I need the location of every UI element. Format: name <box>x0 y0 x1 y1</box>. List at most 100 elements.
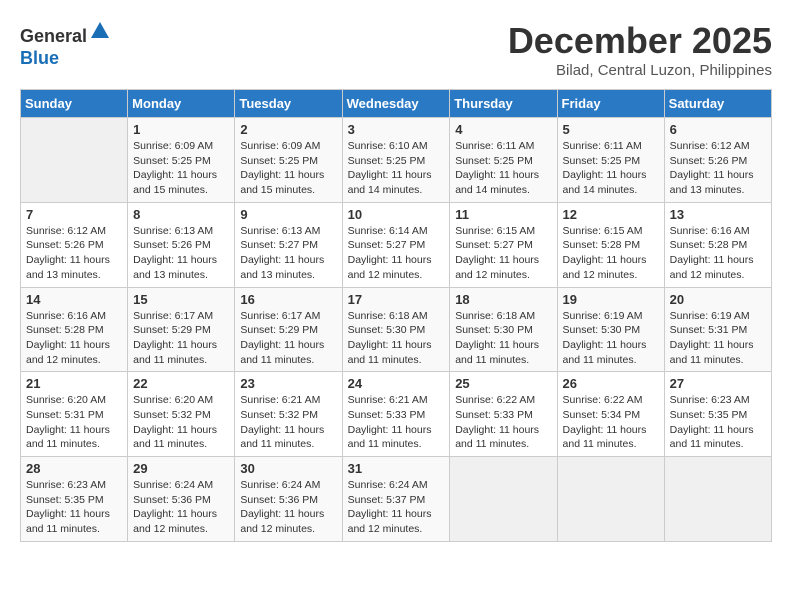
day-number: 31 <box>348 461 445 476</box>
calendar-cell: 27 Sunrise: 6:23 AM Sunset: 5:35 PM Dayli… <box>664 372 771 457</box>
calendar-cell: 12Sunrise: 6:15 AM Sunset: 5:28 PM Dayli… <box>557 202 664 287</box>
cell-info: Sunrise: 6:21 AM Sunset: 5:33 PM Dayligh… <box>348 393 445 452</box>
calendar-cell: 30 Sunrise: 6:24 AM Sunset: 5:36 PM Dayli… <box>235 457 342 542</box>
calendar-cell: 6 Sunrise: 6:12 AM Sunset: 5:26 PM Daylig… <box>664 118 771 203</box>
title-block: December 2025 Bilad, Central Luzon, Phil… <box>508 20 772 79</box>
calendar-cell: 3 Sunrise: 6:10 AM Sunset: 5:25 PM Daylig… <box>342 118 450 203</box>
cell-info: Sunrise: 6:24 AM Sunset: 5:36 PM Dayligh… <box>240 478 336 537</box>
calendar-cell: 13 Sunrise: 6:16 AM Sunset: 5:28 PM Dayli… <box>664 202 771 287</box>
logo-blue: Blue <box>20 48 59 68</box>
cell-info: Sunrise: 6:22 AM Sunset: 5:33 PM Dayligh… <box>455 393 551 452</box>
cell-info: Sunrise: 6:11 AM Sunset: 5:25 PM Dayligh… <box>563 139 659 198</box>
cell-info: Sunrise: 6:21 AM Sunset: 5:32 PM Dayligh… <box>240 393 336 452</box>
calendar-cell: 5 Sunrise: 6:11 AM Sunset: 5:25 PM Daylig… <box>557 118 664 203</box>
calendar-cell: 8 Sunrise: 6:13 AM Sunset: 5:26 PM Daylig… <box>128 202 235 287</box>
cell-info: Sunrise: 6:12 AM Sunset: 5:26 PM Dayligh… <box>26 224 122 283</box>
calendar-cell: 31 Sunrise: 6:24 AM Sunset: 5:37 PM Dayli… <box>342 457 450 542</box>
day-number: 7 <box>26 207 122 222</box>
calendar-cell <box>557 457 664 542</box>
weekday-header-wednesday: Wednesday <box>342 90 450 118</box>
day-number: 25 <box>455 376 551 391</box>
logo: General Blue <box>20 20 111 69</box>
cell-info: Sunrise: 6:09 AM Sunset: 5:25 PM Dayligh… <box>240 139 336 198</box>
calendar-cell: 14Sunrise: 6:16 AM Sunset: 5:28 PM Dayli… <box>21 287 128 372</box>
month-title: December 2025 <box>508 20 772 62</box>
day-number: 1 <box>133 122 229 137</box>
day-number: 9 <box>240 207 336 222</box>
day-number: 5 <box>563 122 659 137</box>
day-number: 23 <box>240 376 336 391</box>
cell-info: Sunrise: 6:14 AM Sunset: 5:27 PM Dayligh… <box>348 224 445 283</box>
cell-info: Sunrise: 6:18 AM Sunset: 5:30 PM Dayligh… <box>348 309 445 368</box>
calendar-cell: 10 Sunrise: 6:14 AM Sunset: 5:27 PM Dayli… <box>342 202 450 287</box>
cell-info: Sunrise: 6:13 AM Sunset: 5:27 PM Dayligh… <box>240 224 336 283</box>
cell-info: Sunrise: 6:22 AM Sunset: 5:34 PM Dayligh… <box>563 393 659 452</box>
weekday-header-saturday: Saturday <box>664 90 771 118</box>
cell-info: Sunrise: 6:13 AM Sunset: 5:26 PM Dayligh… <box>133 224 229 283</box>
calendar-cell <box>21 118 128 203</box>
calendar-cell: 22Sunrise: 6:20 AM Sunset: 5:32 PM Dayli… <box>128 372 235 457</box>
day-number: 29 <box>133 461 229 476</box>
logo-general: General <box>20 26 87 46</box>
calendar-cell: 16Sunrise: 6:17 AM Sunset: 5:29 PM Dayli… <box>235 287 342 372</box>
cell-info: Sunrise: 6:20 AM Sunset: 5:31 PM Dayligh… <box>26 393 122 452</box>
cell-info: Sunrise: 6:12 AM Sunset: 5:26 PM Dayligh… <box>670 139 766 198</box>
cell-info: Sunrise: 6:15 AM Sunset: 5:28 PM Dayligh… <box>563 224 659 283</box>
calendar-cell: 26 Sunrise: 6:22 AM Sunset: 5:34 PM Dayli… <box>557 372 664 457</box>
logo-icon <box>89 20 111 42</box>
calendar-cell: 23 Sunrise: 6:21 AM Sunset: 5:32 PM Dayli… <box>235 372 342 457</box>
day-number: 21 <box>26 376 122 391</box>
cell-info: Sunrise: 6:10 AM Sunset: 5:25 PM Dayligh… <box>348 139 445 198</box>
day-number: 10 <box>348 207 445 222</box>
cell-info: Sunrise: 6:16 AM Sunset: 5:28 PM Dayligh… <box>670 224 766 283</box>
weekday-header-thursday: Thursday <box>450 90 557 118</box>
cell-info: Sunrise: 6:19 AM Sunset: 5:31 PM Dayligh… <box>670 309 766 368</box>
day-number: 26 <box>563 376 659 391</box>
day-number: 14 <box>26 292 122 307</box>
calendar-cell: 24Sunrise: 6:21 AM Sunset: 5:33 PM Dayli… <box>342 372 450 457</box>
day-number: 4 <box>455 122 551 137</box>
weekday-header-tuesday: Tuesday <box>235 90 342 118</box>
cell-info: Sunrise: 6:15 AM Sunset: 5:27 PM Dayligh… <box>455 224 551 283</box>
page-header: General Blue December 2025 Bilad, Centra… <box>20 20 772 79</box>
day-number: 27 <box>670 376 766 391</box>
cell-info: Sunrise: 6:23 AM Sunset: 5:35 PM Dayligh… <box>26 478 122 537</box>
calendar-cell: 18Sunrise: 6:18 AM Sunset: 5:30 PM Dayli… <box>450 287 557 372</box>
calendar-cell: 20 Sunrise: 6:19 AM Sunset: 5:31 PM Dayli… <box>664 287 771 372</box>
calendar-cell: 28 Sunrise: 6:23 AM Sunset: 5:35 PM Dayli… <box>21 457 128 542</box>
day-number: 16 <box>240 292 336 307</box>
calendar-cell <box>664 457 771 542</box>
calendar-cell: 21 Sunrise: 6:20 AM Sunset: 5:31 PM Dayli… <box>21 372 128 457</box>
day-number: 18 <box>455 292 551 307</box>
day-number: 3 <box>348 122 445 137</box>
day-number: 17 <box>348 292 445 307</box>
weekday-header-friday: Friday <box>557 90 664 118</box>
calendar-cell: 25 Sunrise: 6:22 AM Sunset: 5:33 PM Dayli… <box>450 372 557 457</box>
day-number: 6 <box>670 122 766 137</box>
cell-info: Sunrise: 6:24 AM Sunset: 5:37 PM Dayligh… <box>348 478 445 537</box>
weekday-header-sunday: Sunday <box>21 90 128 118</box>
calendar-cell: 17 Sunrise: 6:18 AM Sunset: 5:30 PM Dayli… <box>342 287 450 372</box>
day-number: 28 <box>26 461 122 476</box>
calendar-cell: 11 Sunrise: 6:15 AM Sunset: 5:27 PM Dayli… <box>450 202 557 287</box>
day-number: 19 <box>563 292 659 307</box>
calendar-cell: 1Sunrise: 6:09 AM Sunset: 5:25 PM Daylig… <box>128 118 235 203</box>
day-number: 13 <box>670 207 766 222</box>
calendar-cell: 19 Sunrise: 6:19 AM Sunset: 5:30 PM Dayli… <box>557 287 664 372</box>
calendar-table: SundayMondayTuesdayWednesdayThursdayFrid… <box>20 89 772 542</box>
cell-info: Sunrise: 6:19 AM Sunset: 5:30 PM Dayligh… <box>563 309 659 368</box>
day-number: 30 <box>240 461 336 476</box>
day-number: 2 <box>240 122 336 137</box>
calendar-cell: 4Sunrise: 6:11 AM Sunset: 5:25 PM Daylig… <box>450 118 557 203</box>
calendar-cell: 29Sunrise: 6:24 AM Sunset: 5:36 PM Dayli… <box>128 457 235 542</box>
day-number: 11 <box>455 207 551 222</box>
day-number: 22 <box>133 376 229 391</box>
calendar-cell: 15 Sunrise: 6:17 AM Sunset: 5:29 PM Dayli… <box>128 287 235 372</box>
day-number: 15 <box>133 292 229 307</box>
cell-info: Sunrise: 6:17 AM Sunset: 5:29 PM Dayligh… <box>133 309 229 368</box>
cell-info: Sunrise: 6:23 AM Sunset: 5:35 PM Dayligh… <box>670 393 766 452</box>
calendar-cell: 9 Sunrise: 6:13 AM Sunset: 5:27 PM Daylig… <box>235 202 342 287</box>
day-number: 20 <box>670 292 766 307</box>
calendar-cell <box>450 457 557 542</box>
day-number: 8 <box>133 207 229 222</box>
